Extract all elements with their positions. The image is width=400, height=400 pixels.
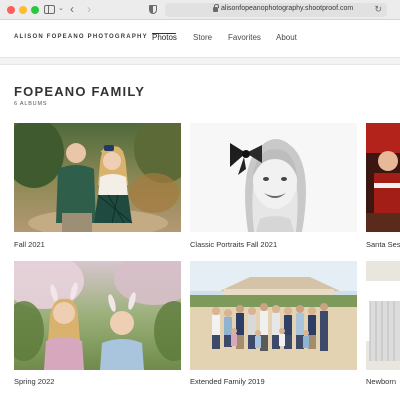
site-header: ALISON FOPEANO PHOTOGRAPHY Photos Store … [0,21,400,57]
forward-arrow-icon[interactable]: › [87,2,91,16]
album-count: 6 ALBUMS [14,101,48,107]
nav-photos[interactable]: Photos [152,33,177,42]
chevron-down-icon[interactable]: ⌄ [58,4,64,12]
album-thumbnail[interactable] [366,123,400,232]
album-title[interactable]: Newborn [366,377,396,386]
album-thumbnail[interactable] [190,123,357,232]
zoom-window-button[interactable] [31,6,39,14]
active-nav-indicator [152,33,176,34]
nav-favorites[interactable]: Favorites [228,33,261,42]
address-bar[interactable]: alisonfopeanophotography.shootproof.com … [165,3,387,17]
album-thumbnail[interactable] [14,123,181,232]
album-title[interactable]: Fall 2021 [14,240,45,249]
album-title[interactable]: Spring 2022 [14,377,54,386]
privacy-shield-icon[interactable] [149,5,157,14]
close-window-button[interactable] [7,6,15,14]
browser-toolbar: ⌄ ‹ › alisonfopeanophotography.shootproo… [0,0,400,20]
reload-icon[interactable]: ↻ [374,4,382,15]
album-thumbnail[interactable] [14,261,181,370]
album-title[interactable]: Classic Portraits Fall 2021 [190,240,277,249]
nav-store[interactable]: Store [193,33,212,42]
page-title: FOPEANO FAMILY [14,84,146,99]
nav-about[interactable]: About [276,33,297,42]
album-thumbnail[interactable] [366,261,400,370]
site-logo[interactable]: ALISON FOPEANO PHOTOGRAPHY [14,34,148,40]
minimize-window-button[interactable] [19,6,27,14]
album-title[interactable]: Santa Sess [366,240,400,249]
url-text: alisonfopeanophotography.shootproof.com [221,5,354,12]
album-title[interactable]: Extended Family 2019 [190,377,265,386]
lock-icon [213,4,219,12]
header-divider [0,57,400,65]
back-arrow-icon[interactable]: ‹ [70,2,74,16]
sidebar-toggle-icon[interactable] [44,5,55,14]
album-thumbnail[interactable] [190,261,357,370]
